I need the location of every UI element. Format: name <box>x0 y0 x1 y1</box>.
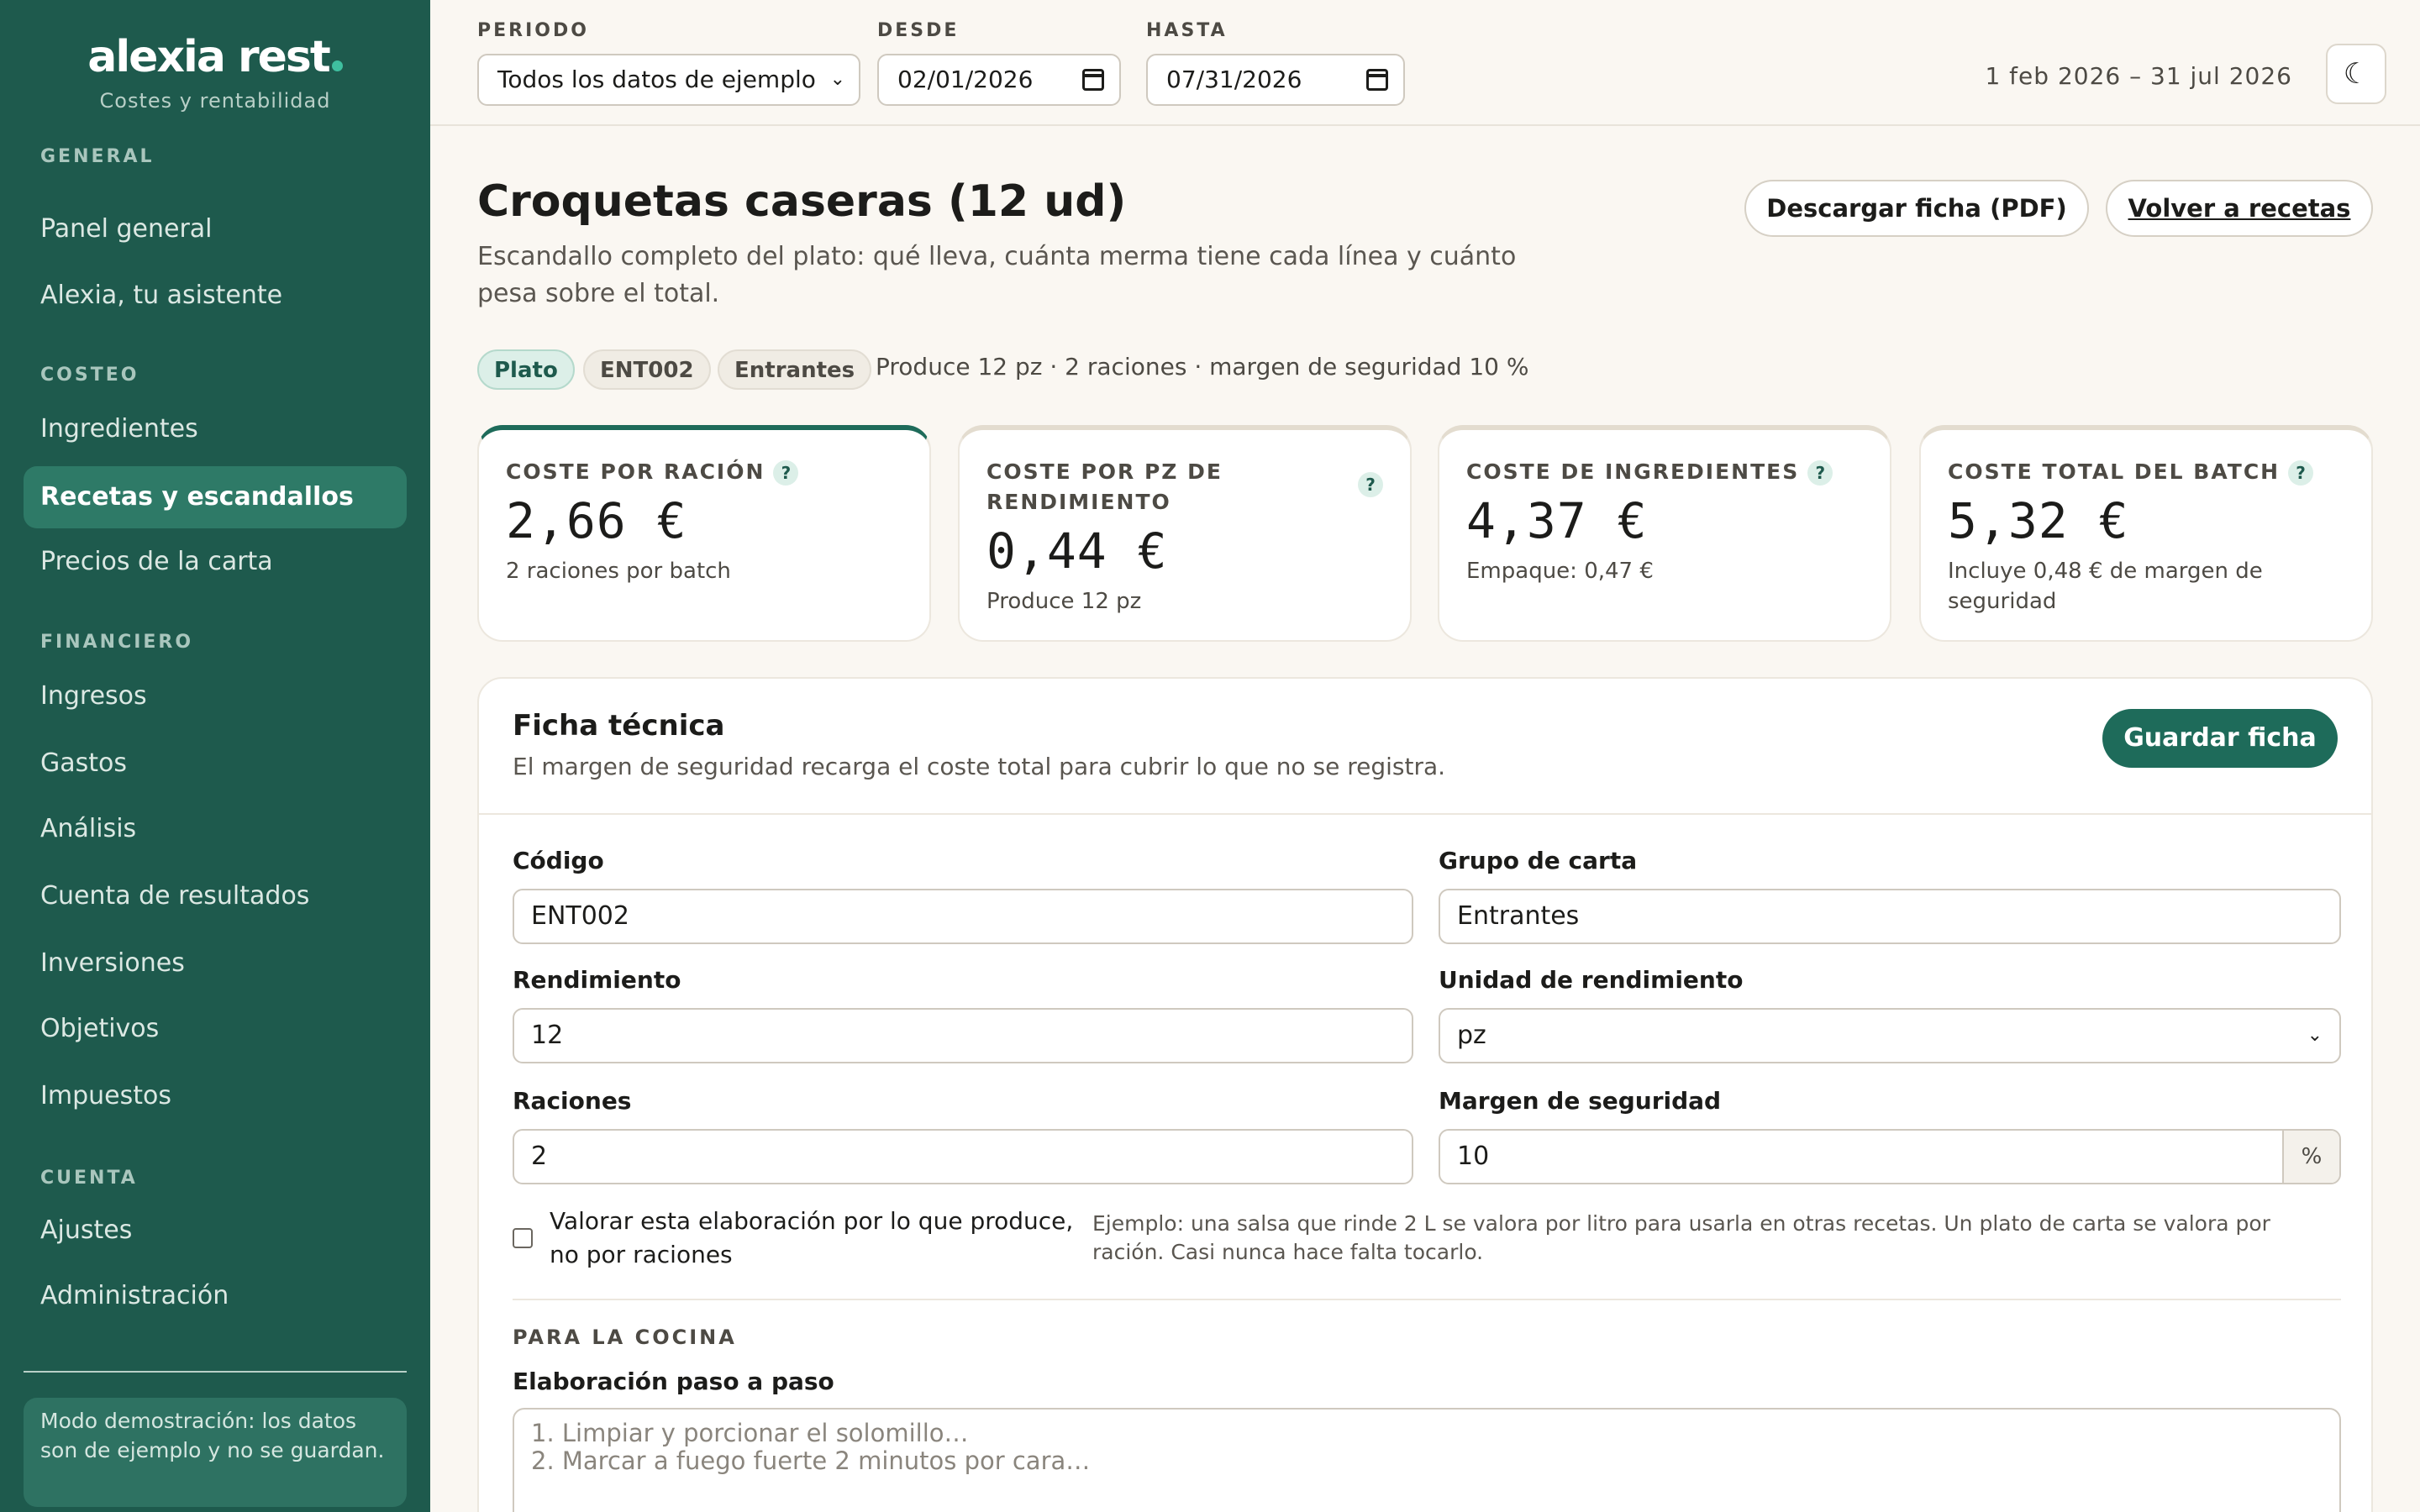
kpi-note: Empaque: 0,47 € <box>1466 559 1654 584</box>
kpi-note: Incluye 0,48 € de margen de seguridad <box>1948 559 2263 614</box>
grupo-label: Grupo de carta <box>1439 847 1638 874</box>
chevron-down-icon: ⌄ <box>829 69 845 90</box>
brand-dot <box>331 60 343 71</box>
kpi-value: 5,32 € <box>1948 492 2129 549</box>
form-subtitle: El margen de seguridad recarga el coste … <box>513 753 1446 780</box>
sidebar-item-administracion[interactable]: Administración <box>24 1265 407 1327</box>
margen-label: Margen de seguridad <box>1439 1087 1722 1115</box>
form-divider <box>479 813 2371 815</box>
periodo-select[interactable]: Todos los datos de ejemplo ⌄ <box>477 54 860 106</box>
brand[interactable]: alexia rest Costes y rentabilidad <box>0 32 430 113</box>
download-pdf-button[interactable]: Descargar ficha (PDF) <box>1744 180 2089 237</box>
nav-section-general: GENERAL <box>40 146 155 167</box>
kpi-label: COSTE TOTAL DEL BATCH <box>1948 459 2281 484</box>
brand-name: alexia rest <box>87 32 330 82</box>
kpi-label: COSTE POR RACIÓN <box>506 459 765 484</box>
checkbox-label[interactable]: Valorar esta elaboración por lo que prod… <box>550 1205 1104 1272</box>
kpi-value: 0,44 € <box>986 522 1168 580</box>
nav-section-cuenta: CUENTA <box>40 1168 138 1189</box>
rendimiento-input[interactable]: 12 <box>513 1008 1413 1063</box>
sidebar: alexia rest Costes y rentabilidad GENERA… <box>0 0 430 1512</box>
sidebar-item-analisis[interactable]: Análisis <box>24 798 407 860</box>
kpi-note: 2 raciones por batch <box>506 559 731 584</box>
help-icon[interactable]: ? <box>1807 460 1833 486</box>
sidebar-item-ajustes[interactable]: Ajustes <box>24 1200 407 1262</box>
steps-textarea[interactable]: 1. Limpiar y porcionar el solomillo… 2. … <box>513 1408 2341 1512</box>
desde-value: 02/01/2026 <box>897 66 1034 93</box>
moon-icon: ☾ <box>2343 57 2370 91</box>
desde-date-input[interactable]: 02/01/2026 <box>877 54 1121 106</box>
kpi-label: COSTE DE INGREDIENTES <box>1466 459 1800 484</box>
chevron-down-icon: ⌄ <box>2307 1025 2323 1046</box>
kitchen-section-title: PARA LA COCINA <box>513 1326 737 1349</box>
periodo-value: Todos los datos de ejemplo <box>497 66 816 93</box>
margen-input[interactable]: 10 % <box>1439 1129 2341 1184</box>
valorar-produccion-checkbox[interactable] <box>513 1228 533 1248</box>
unidad-label: Unidad de rendimiento <box>1439 966 1744 994</box>
calendar-icon[interactable] <box>1082 69 1104 91</box>
hasta-label: HASTA <box>1146 20 1228 41</box>
raciones-input[interactable]: 2 <box>513 1129 1413 1184</box>
form-title: Ficha técnica <box>513 709 725 743</box>
back-to-recipes-button[interactable]: Volver a recetas <box>2106 180 2373 237</box>
kpi-value: 4,37 € <box>1466 492 1648 549</box>
raciones-label: Raciones <box>513 1087 632 1115</box>
checkbox-hint: Ejemplo: una salsa que rinde 2 L se valo… <box>1092 1211 2270 1264</box>
date-range-text: 1 feb 2026 – 31 jul 2026 <box>1985 62 2292 90</box>
calendar-icon[interactable] <box>1366 69 1388 91</box>
percent-suffix: % <box>2282 1131 2339 1183</box>
ficha-tecnica-card: Ficha técnica El margen de seguridad rec… <box>477 677 2373 1512</box>
sidebar-item-precios-carta[interactable]: Precios de la carta <box>24 531 407 593</box>
kpi-value: 2,66 € <box>506 492 687 549</box>
kpi-coste-racion: COSTE POR RACIÓN? 2,66 € 2 raciones por … <box>477 425 931 642</box>
periodo-label: PERIODO <box>477 20 589 41</box>
section-divider <box>513 1299 2341 1300</box>
recipe-meta: Produce 12 pz · 2 raciones · margen de s… <box>876 353 1529 381</box>
kpi-coste-pz: COSTE POR PZ DE RENDIMIENTO? 0,44 € Prod… <box>958 425 1412 642</box>
sidebar-item-impuestos[interactable]: Impuestos <box>24 1065 407 1127</box>
desde-label: DESDE <box>877 20 960 41</box>
page-description: Escandallo completo del plato: qué lleva… <box>477 242 1517 308</box>
unidad-value: pz <box>1457 1021 1486 1050</box>
steps-label: Elaboración paso a paso <box>513 1368 834 1395</box>
codigo-input[interactable]: ENT002 <box>513 889 1413 944</box>
codigo-label: Código <box>513 847 604 874</box>
kpi-coste-total: COSTE TOTAL DEL BATCH? 5,32 € Incluye 0,… <box>1919 425 2373 642</box>
sidebar-item-ingredientes[interactable]: Ingredientes <box>24 398 407 460</box>
topbar: PERIODO Todos los datos de ejemplo ⌄ DES… <box>430 0 2420 126</box>
sidebar-item-panel-general[interactable]: Panel general <box>24 198 407 260</box>
rendimiento-label: Rendimiento <box>513 966 681 994</box>
help-icon[interactable]: ? <box>1358 472 1383 497</box>
demo-notice: Modo demostración: los datos son de ejem… <box>24 1398 407 1507</box>
theme-toggle-button[interactable]: ☾ <box>2326 44 2386 104</box>
brand-tagline: Costes y rentabilidad <box>99 89 331 113</box>
kpi-note: Produce 12 pz <box>986 589 1142 614</box>
hasta-value: 07/31/2026 <box>1166 66 1302 93</box>
help-icon[interactable]: ? <box>2288 460 2314 486</box>
sidebar-item-gastos[interactable]: Gastos <box>24 732 407 795</box>
group-badge: Entrantes <box>718 349 872 390</box>
page-title: Croquetas caseras (12 ud) <box>477 176 1127 227</box>
nav-section-financiero: FINANCIERO <box>40 632 194 653</box>
nav-section-costeo: COSTEO <box>40 365 139 386</box>
kpi-label: COSTE POR PZ DE RENDIMIENTO <box>986 459 1223 514</box>
unidad-select[interactable]: pz ⌄ <box>1439 1008 2341 1063</box>
save-sheet-button[interactable]: Guardar ficha <box>2102 709 2338 768</box>
sidebar-item-cuenta-resultados[interactable]: Cuenta de resultados <box>24 865 407 927</box>
sidebar-item-objetivos[interactable]: Objetivos <box>24 998 407 1060</box>
sidebar-item-recetas[interactable]: Recetas y escandallos <box>24 466 407 528</box>
hasta-date-input[interactable]: 07/31/2026 <box>1146 54 1405 106</box>
sidebar-item-asistente[interactable]: Alexia, tu asistente <box>24 265 407 327</box>
margen-value: 10 <box>1457 1142 1490 1171</box>
grupo-input[interactable]: Entrantes <box>1439 889 2341 944</box>
kpi-coste-ingredientes: COSTE DE INGREDIENTES? 4,37 € Empaque: 0… <box>1438 425 1891 642</box>
type-badge: Plato <box>477 349 575 390</box>
sidebar-item-inversiones[interactable]: Inversiones <box>24 932 407 995</box>
code-badge: ENT002 <box>583 349 711 390</box>
sidebar-divider <box>24 1371 407 1373</box>
help-icon[interactable]: ? <box>773 460 799 486</box>
sidebar-item-ingresos[interactable]: Ingresos <box>24 665 407 727</box>
